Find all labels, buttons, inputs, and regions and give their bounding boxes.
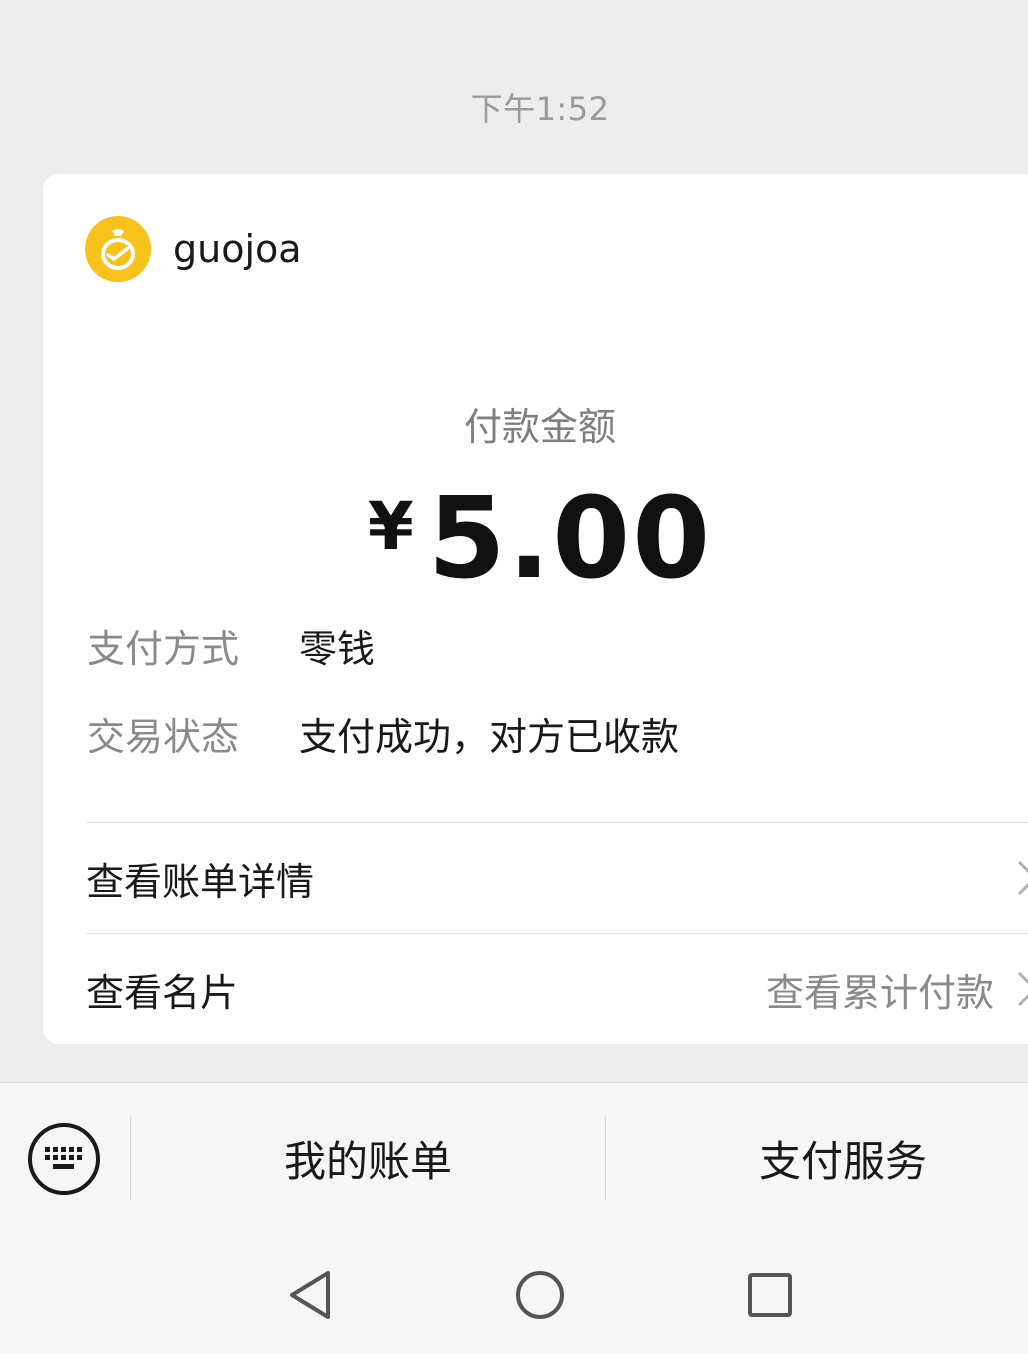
- transaction-status-label: 交易状态: [87, 715, 240, 759]
- keyboard-icon: [45, 1147, 82, 1169]
- transaction-status-row: 交易状态 支付成功，对方已收款: [87, 706, 679, 761]
- payment-card: guojoa 付款金额 ¥5.00 支付方式 零钱 交易状态 支付成功，对方已收…: [43, 174, 1028, 1044]
- keyboard-toggle-button[interactable]: [28, 1123, 100, 1195]
- view-total-payments-link[interactable]: 查看累计付款: [766, 962, 1028, 1017]
- back-triangle-icon: [290, 1271, 330, 1319]
- view-card-label: 查看名片: [86, 970, 239, 1015]
- amount-label: 付款金额: [463, 405, 616, 449]
- transaction-status-value: 支付成功，对方已收款: [299, 715, 680, 759]
- payment-method-label: 支付方式: [87, 627, 240, 671]
- chevron-right-icon: [1017, 860, 1028, 896]
- message-timestamp: 下午1:52: [470, 90, 610, 128]
- my-bills-button[interactable]: 我的账单: [131, 1115, 605, 1201]
- nav-home-button[interactable]: [510, 1265, 570, 1325]
- view-total-payments-label: 查看累计付款: [765, 970, 994, 1015]
- merchant-name: guojoa: [173, 227, 302, 271]
- payment-method-row: 支付方式 零钱: [87, 618, 375, 673]
- view-card-link[interactable]: 查看名片 查看累计付款: [86, 934, 1028, 1044]
- pay-services-button[interactable]: 支付服务: [606, 1115, 1028, 1201]
- recent-square-icon: [748, 1273, 792, 1317]
- amount-value: 5.00: [427, 474, 713, 604]
- chevron-right-icon: [1017, 971, 1028, 1007]
- merchant-logo-icon: [85, 216, 151, 282]
- bill-details-label: 查看账单详情: [86, 859, 315, 904]
- merchant-header: guojoa: [85, 216, 302, 282]
- currency-symbol: ¥: [367, 488, 414, 565]
- payment-amount: ¥5.00: [43, 474, 1028, 604]
- nav-back-button[interactable]: [280, 1265, 340, 1325]
- nav-recent-button[interactable]: [740, 1265, 800, 1325]
- bottom-menu-bar: 我的账单 支付服务: [0, 1082, 1028, 1354]
- payment-method-value: 零钱: [299, 627, 376, 671]
- home-circle-icon: [516, 1271, 564, 1319]
- bill-details-link[interactable]: 查看账单详情: [86, 823, 1028, 933]
